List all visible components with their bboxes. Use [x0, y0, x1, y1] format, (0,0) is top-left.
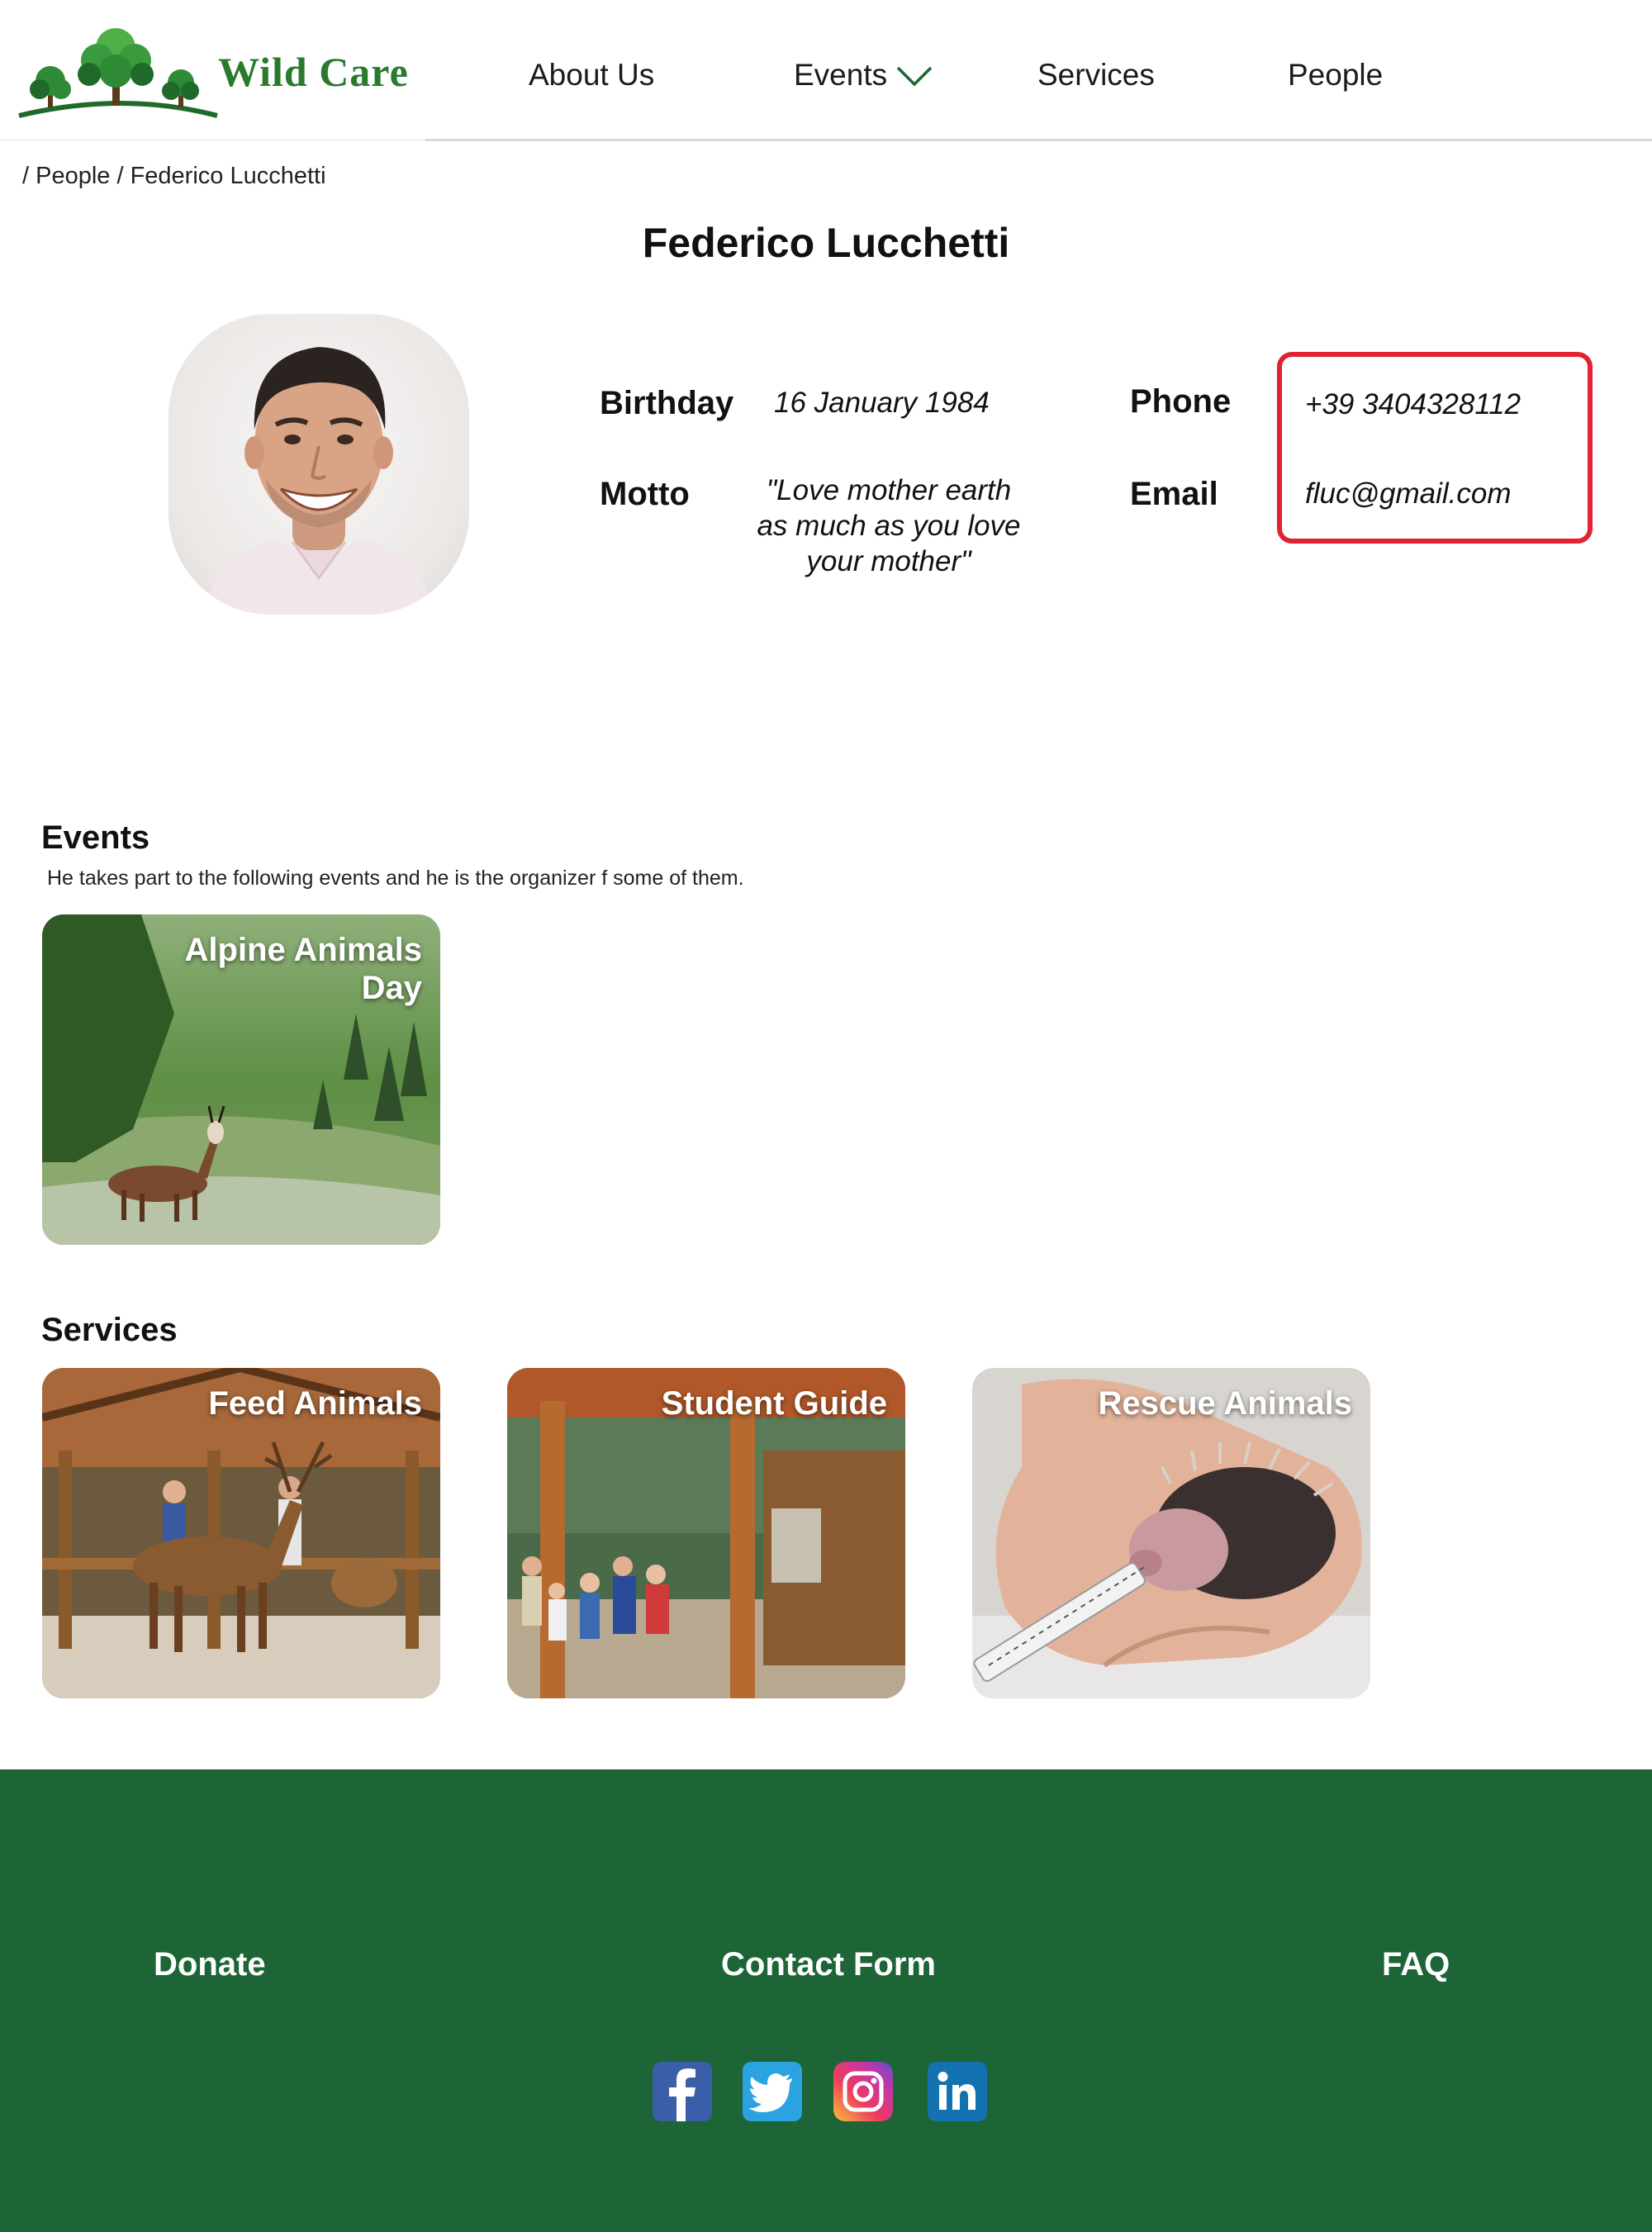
avatar — [169, 314, 469, 615]
facebook-icon[interactable] — [653, 2062, 712, 2121]
motto-value: "Love mother earth as much as you love y… — [757, 474, 1021, 577]
phone-label: Phone — [1130, 383, 1232, 420]
contact-highlight-box — [1277, 352, 1593, 544]
person-photo-icon — [202, 347, 436, 615]
services-section-title: Services — [41, 1312, 178, 1348]
brand-name[interactable]: Wild Care — [218, 48, 409, 96]
wild-care-logo-icon[interactable] — [15, 23, 230, 119]
service-card-student-guide[interactable]: Student Guide — [507, 1368, 905, 1698]
event-card-title: Alpine Animals Day — [184, 932, 422, 1006]
nav-about-us[interactable]: About Us — [529, 58, 654, 93]
nav-people[interactable]: People — [1288, 58, 1383, 93]
donate-link[interactable]: Donate — [154, 1946, 266, 1983]
birthday-value: 16 January 1984 — [774, 387, 990, 419]
motto-label: Motto — [600, 476, 690, 512]
event-card-alpine-animals-day[interactable]: Alpine Animals Day — [42, 914, 440, 1245]
chevron-down-icon[interactable] — [895, 64, 933, 88]
instagram-icon[interactable] — [833, 2062, 893, 2121]
service-card-title: Feed Animals — [208, 1385, 422, 1422]
service-card-title: Rescue Animals — [1098, 1385, 1352, 1422]
email-label: Email — [1130, 476, 1218, 512]
service-card-title: Student Guide — [661, 1385, 887, 1422]
faq-link[interactable]: FAQ — [1382, 1946, 1450, 1983]
page-title: Federico Lucchetti — [642, 220, 1010, 266]
site-footer — [0, 1769, 1652, 2232]
breadcrumb[interactable]: / People / Federico Lucchetti — [22, 163, 326, 190]
twitter-icon[interactable] — [743, 2062, 802, 2121]
linkedin-icon[interactable] — [928, 2062, 987, 2121]
header-divider-shade — [0, 139, 425, 141]
events-section-description: He takes part to the following events an… — [47, 867, 744, 890]
contact-form-link[interactable]: Contact Form — [721, 1946, 936, 1983]
nav-events[interactable]: Events — [794, 58, 887, 93]
service-card-feed-animals[interactable]: Feed Animals — [42, 1368, 440, 1698]
service-card-rescue-animals[interactable]: Rescue Animals — [972, 1368, 1370, 1698]
events-section-title: Events — [41, 819, 150, 856]
nav-services[interactable]: Services — [1037, 58, 1155, 93]
birthday-label: Birthday — [600, 385, 734, 421]
